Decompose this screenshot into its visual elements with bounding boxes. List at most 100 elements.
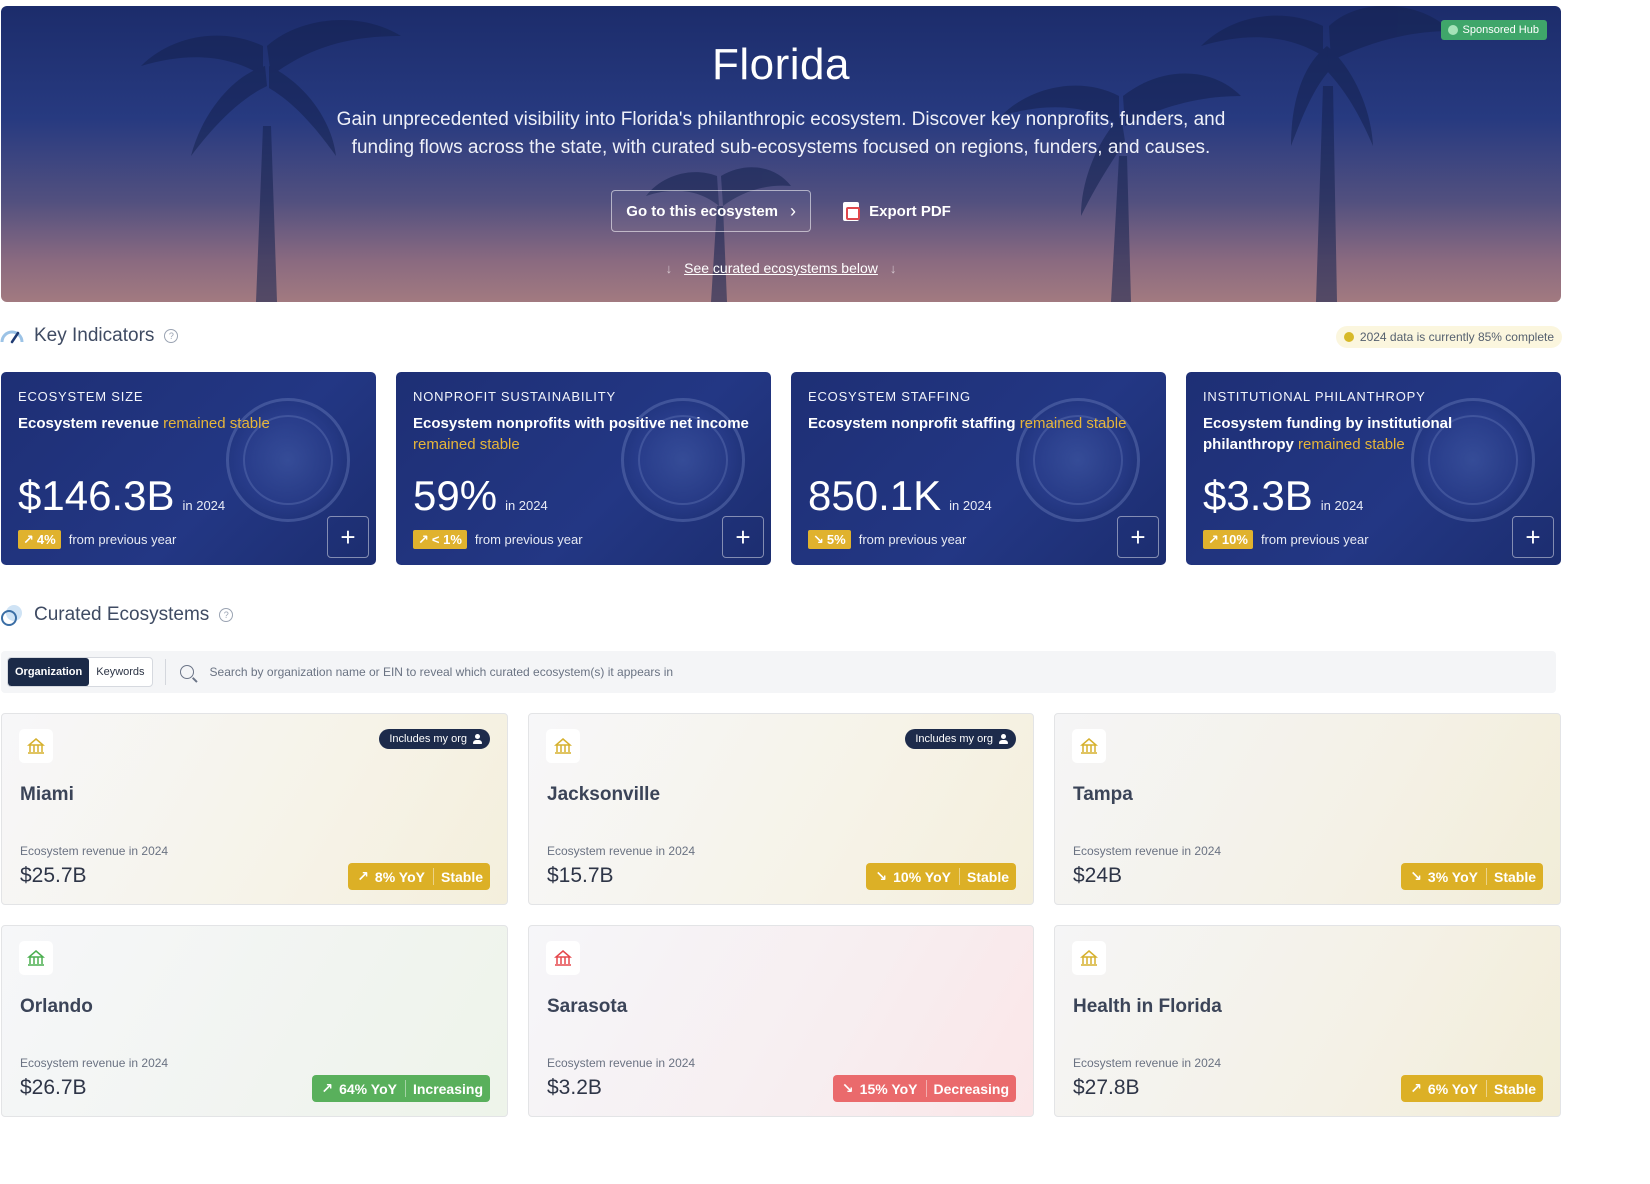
curated-ecosystem-grid: Includes my org Miami Ecosystem revenue in… [1,713,1561,1117]
see-curated-label: See curated ecosystems below [684,260,878,276]
ecosystem-name: Tampa [1073,784,1133,805]
indicator-change: ↗ < 1% from previous year [413,530,583,549]
indicator-value: $3.3B [1203,472,1313,519]
indicator-value-group: $3.3B in 2024 [1203,472,1363,520]
indicator-value: 59% [413,472,498,519]
revenue-label: Ecosystem revenue in 2024 [547,1056,696,1070]
yoy-value: 8% YoY [374,868,425,885]
includes-my-org-badge: Includes my org [379,729,490,749]
trend-badge: ↘ 10% YoY Stable [866,863,1016,890]
yoy-value: 10% YoY [893,868,951,885]
arrow-icon: ↗ [418,531,429,547]
yoy-value: 64% YoY [339,1080,397,1097]
indicator-card: NONPROFIT SUSTAINABILITY Ecosystem nonpr… [396,372,771,565]
ecosystem-name: Miami [20,784,74,805]
change-chip: ↘ 5% [808,530,851,549]
sponsored-hub-badge: Sponsored Hub [1440,20,1547,40]
hero-actions: Go to this ecosystem › Export PDF [1,190,1561,232]
revenue-label: Ecosystem revenue in 2024 [547,844,696,858]
ecosystem-card[interactable]: Orlando Ecosystem revenue in 2024 $26.7B ↗ 6… [1,925,508,1117]
arrow-icon: ↗ [23,531,34,547]
toggle-organization[interactable]: Organization [8,658,90,686]
see-curated-link[interactable]: ↓ See curated ecosystems below ↓ [1,260,1561,276]
building-icon [1072,729,1106,763]
globe-icon [1447,25,1458,35]
ecosystem-card[interactable]: Includes my org Miami Ecosystem revenue in… [1,713,508,905]
help-icon[interactable]: ? [164,329,179,343]
trend-badge: ↘ 3% YoY Stable [1401,863,1543,890]
go-to-ecosystem-label: Go to this ecosystem [626,202,779,220]
trend-badge: ↘ 15% YoY Decreasing [832,1075,1016,1102]
indicator-description: Ecosystem funding by institutional phila… [1203,415,1453,453]
person-icon [999,734,1008,744]
change-chip: ↗ 10% [1203,530,1253,549]
divider [164,659,166,685]
yoy-value: 15% YoY [859,1080,918,1097]
trend-status: Stable [958,868,1016,885]
revenue-label: Ecosystem revenue in 2024 [20,1056,169,1070]
go-to-ecosystem-button[interactable]: Go to this ecosystem › [611,190,812,232]
search-input[interactable] [209,665,1110,679]
trend-status: Decreasing [925,1080,1016,1097]
pdf-file-icon [843,201,861,221]
trend-arrow-icon: ↘ [841,1080,854,1096]
help-icon[interactable]: ? [219,608,234,622]
indicator-change: ↘ 5% from previous year [808,530,966,549]
expand-plus-button[interactable]: + [327,516,369,558]
change-chip: ↗ 4% [18,530,61,549]
ecosystem-card[interactable]: Tampa Ecosystem revenue in 2024 $24B ↘ 3% Yo… [1054,713,1561,905]
expand-plus-button[interactable]: + [722,516,764,558]
hero-banner: Sponsored Hub Florida Gain unprecedented… [1,6,1561,302]
trend-arrow-icon: ↗ [321,1080,334,1096]
hero-subtitle: Gain unprecedented visibility into Flori… [336,109,1226,158]
building-icon [19,729,53,763]
search-icon [179,665,194,679]
building-icon [546,729,580,763]
revenue-value: $26.7B [20,1076,87,1099]
key-indicators-header: Key Indicators ? [0,324,179,348]
building-icon [1072,941,1106,975]
indicator-year: in 2024 [505,498,548,513]
trend-badge: ↗ 6% YoY Stable [1401,1075,1543,1102]
change-chip: ↗ < 1% [413,530,467,549]
ecosystem-circles-icon [1,605,22,626]
indicator-change: ↗ 10% from previous year [1203,530,1369,549]
revenue-value: $3.2B [547,1076,602,1099]
person-icon [473,734,482,744]
yoy-value: 3% YoY [1427,868,1478,885]
ecosystem-card[interactable]: Health in Florida Ecosystem revenue in 20… [1054,925,1561,1117]
search-mode-toggle: Organization Keywords [7,657,153,687]
key-indicators-title: Key Indicators [34,325,155,346]
ecosystem-card[interactable]: Includes my org Jacksonville Ecosystem rev… [528,713,1034,905]
revenue-label: Ecosystem revenue in 2024 [1073,1056,1222,1070]
indicator-year: in 2024 [182,498,226,513]
key-indicator-cards: ECOSYSTEM SIZE Ecosystem revenue remaine… [1,372,1561,565]
trend-status: Stable [1485,1080,1543,1097]
curated-ecosystems-title: Curated Ecosystems [34,604,210,625]
arrow-icon: ↘ [813,531,824,547]
gauge-icon [0,330,24,344]
trend-arrow-icon: ↗ [1410,1080,1422,1096]
export-pdf-button[interactable]: Export PDF [843,201,951,221]
change-note: from previous year [858,532,967,547]
toggle-keywords[interactable]: Keywords [89,658,151,686]
trend-arrow-icon: ↘ [875,868,888,884]
expand-plus-button[interactable]: + [1117,516,1159,558]
change-note: from previous year [474,532,583,547]
trend-status: Increasing [404,1080,490,1097]
ecosystem-search-bar: Organization Keywords [1,651,1556,693]
indicator-change: ↗ 4% from previous year [18,530,176,549]
export-pdf-label: Export PDF [869,202,951,220]
revenue-label: Ecosystem revenue in 2024 [20,844,169,858]
expand-plus-button[interactable]: + [1512,516,1554,558]
change-note: from previous year [68,532,177,547]
indicator-kicker: NONPROFIT SUSTAINABILITY [413,389,616,404]
data-completeness-label: 2024 data is currently 85% complete [1359,330,1554,344]
sponsored-hub-label: Sponsored Hub [1462,24,1539,36]
ecosystem-card[interactable]: Sarasota Ecosystem revenue in 2024 $3.2B ↘ 1… [528,925,1034,1117]
arrow-icon: ↗ [1208,531,1219,547]
indicator-value: $146.3B [18,472,175,519]
indicator-description: Ecosystem nonprofits with positive net i… [413,415,749,453]
chevron-right-icon: › [790,200,797,221]
data-completeness-badge: 2024 data is currently 85% complete [1335,326,1562,348]
